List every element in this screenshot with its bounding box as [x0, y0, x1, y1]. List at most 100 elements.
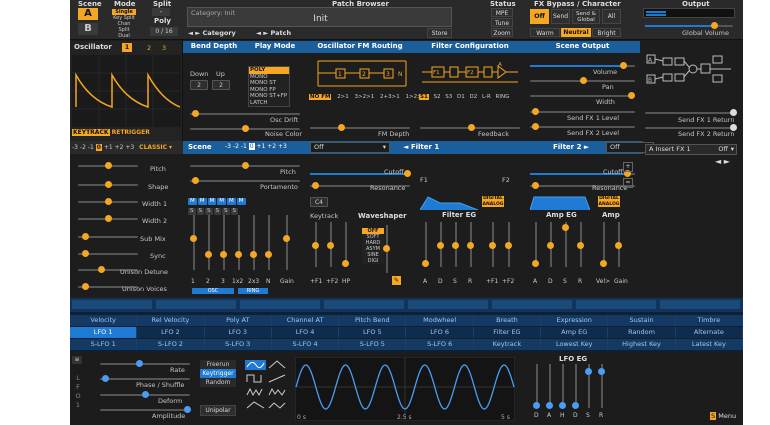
mixer-mute-6[interactable]: M [236, 198, 246, 205]
lfo-unipolar-button[interactable]: Unipolar [200, 405, 236, 416]
fx2-return-slider[interactable] [645, 124, 737, 131]
macro-slot[interactable] [492, 300, 572, 309]
osc-oct-m2[interactable]: -2 [80, 144, 86, 151]
macro-slot[interactable] [72, 300, 152, 309]
mod-source-r3-2[interactable]: S-LFO 2 [137, 339, 205, 350]
mixer-solo-6[interactable]: S [230, 208, 238, 215]
osc-shape-slider[interactable] [78, 181, 138, 188]
waveshaper-drive-fader[interactable] [383, 225, 390, 273]
osc-type-arrow-icon[interactable]: ▾ [169, 144, 172, 151]
fm-route-3-2-1[interactable]: 3>2>1 [355, 94, 375, 100]
keytrack-toggle[interactable]: KEYTRACK [72, 129, 110, 136]
mod-source-r1-7[interactable]: Breath [474, 315, 542, 326]
filter-route-s2[interactable]: S2 [434, 94, 441, 100]
fx-off-button[interactable]: Off [530, 9, 549, 24]
osc-tab-3[interactable]: 3 [162, 44, 166, 52]
scene-oct-0[interactable]: 0 [248, 143, 255, 150]
macro-slot[interactable] [156, 300, 236, 309]
osc-drift-slider[interactable] [190, 110, 300, 117]
fm-route-2-1[interactable]: 2>1 [337, 94, 349, 100]
mod-source-r2-4[interactable]: LFO 4 [272, 327, 340, 338]
mod-source-r2-8[interactable]: Amp EG [541, 327, 609, 338]
mixer-mute-2[interactable]: M [197, 198, 207, 205]
fm-route-23-1[interactable]: 2+3>1 [380, 94, 400, 100]
mod-source-r2-3[interactable]: LFO 3 [205, 327, 272, 338]
lfo-trig-random[interactable]: Random [200, 378, 236, 387]
macro-slot[interactable] [240, 300, 320, 309]
scene-pan-slider[interactable] [530, 77, 635, 84]
scene-oct-m3[interactable]: -3 [225, 143, 231, 150]
mod-source-r1-6[interactable]: Modwheel [407, 315, 474, 326]
mod-source-r1-10[interactable]: Timbre [676, 315, 743, 326]
mod-source-r3-4[interactable]: S-LFO 4 [272, 339, 340, 350]
filter1-label[interactable]: ◄ Filter 1 [403, 143, 439, 151]
osc-pitch-slider[interactable] [78, 162, 138, 169]
category-nav[interactable]: ◄ ► Category [188, 29, 236, 37]
fm-route-nofm[interactable]: NO FM [309, 94, 332, 100]
fx-send-button[interactable]: Send [551, 9, 570, 24]
insert-fx-select[interactable]: A Insert FX 1 Off ▾ [645, 144, 737, 155]
macro-slot[interactable] [576, 300, 656, 309]
fx1-return-slider[interactable] [645, 109, 737, 116]
osc-tab-2[interactable]: 2 [147, 44, 151, 52]
mod-source-r1-9[interactable]: Sustain [608, 315, 676, 326]
character-neutral[interactable]: Neutral [561, 28, 591, 37]
mpe-button[interactable]: MPE [491, 8, 513, 17]
mod-source-r2-1[interactable]: LFO 1 [70, 327, 138, 338]
mod-source-r1-4[interactable]: Channel AT [272, 315, 340, 326]
osc-type-menu[interactable]: CLASSIC [139, 144, 167, 151]
filter-route-d2[interactable]: D2 [470, 94, 478, 100]
ws-digi[interactable]: DIGI [362, 258, 384, 264]
scene-oct-p2[interactable]: +2 [267, 143, 276, 150]
fx-all-button[interactable]: All [602, 9, 621, 24]
scene-a-button[interactable]: A [78, 8, 98, 20]
playmode-latch[interactable]: LATCH [249, 100, 289, 107]
osc-sync-slider[interactable] [78, 250, 138, 257]
mixer-solo-2[interactable]: S [196, 208, 204, 215]
mod-source-r2-7[interactable]: Filter EG [474, 327, 542, 338]
osc-submix-slider[interactable] [78, 233, 138, 240]
scene-pitch-slider[interactable] [190, 162, 300, 169]
send-fx1-level-slider[interactable] [530, 108, 635, 115]
global-volume-slider[interactable] [645, 22, 733, 29]
lfo-trig-keytrigger[interactable]: Keytrigger [200, 369, 236, 378]
mixer-mute-1[interactable]: M [188, 198, 197, 205]
scene-volume-slider[interactable] [530, 62, 635, 69]
filter-eg-mode[interactable]: DIGITAL ANALOG [482, 196, 504, 207]
send-fx2-level-slider[interactable] [530, 123, 635, 130]
mixer-mute-5[interactable]: M [227, 198, 236, 205]
mod-source-r3-7[interactable]: Keytrack [474, 339, 542, 350]
scene-b-button[interactable]: B [78, 23, 98, 35]
filter2-label[interactable]: Filter 2 ► [553, 143, 589, 151]
feedback-slider[interactable] [420, 124, 520, 131]
fm-depth-slider[interactable] [310, 124, 410, 131]
tune-button[interactable]: Tune [491, 18, 513, 27]
character-warm[interactable]: Warm [530, 28, 560, 37]
mod-source-r1-8[interactable]: Expression [541, 315, 609, 326]
mod-source-r3-10[interactable]: Latest Key [676, 339, 743, 350]
insert-fx-nav-icon[interactable]: ◄ ► [715, 157, 730, 166]
store-button[interactable]: Store [427, 28, 452, 38]
main-menu-button[interactable]: S Menu [710, 411, 740, 422]
filter-route-s3[interactable]: S3 [445, 94, 452, 100]
mixer-solo-4[interactable]: S [213, 208, 221, 215]
filter-balance-icon[interactable]: = [623, 178, 633, 188]
scene-oct-m1[interactable]: -1 [241, 143, 247, 150]
scene-oct-p3[interactable]: +3 [278, 143, 287, 150]
scene-oct-p1[interactable]: +1 [256, 143, 265, 150]
macro-slot[interactable] [660, 300, 740, 309]
retrigger-toggle[interactable]: RETRIGGER [112, 129, 150, 136]
mod-source-r2-10[interactable]: Alternate [676, 327, 743, 338]
mixer-solo-3[interactable]: S [205, 208, 213, 215]
bend-down-value[interactable]: 2 [190, 80, 208, 90]
osc-oct-p2[interactable]: +2 [115, 144, 124, 151]
mod-source-r3-9[interactable]: Highest Key [608, 339, 676, 350]
zoom-button[interactable]: Zoom [491, 28, 513, 37]
mod-source-r1-3[interactable]: Poly AT [205, 315, 272, 326]
mode-dual[interactable]: Dual [112, 33, 136, 39]
osc-width1-slider[interactable] [78, 198, 138, 205]
mod-source-r1-5[interactable]: Pitch Bend [339, 315, 407, 326]
mod-source-r1-2[interactable]: Rel Velocity [137, 315, 205, 326]
mixer-mute-3[interactable]: M [207, 198, 217, 205]
lfo-phase-slider[interactable] [100, 375, 190, 382]
